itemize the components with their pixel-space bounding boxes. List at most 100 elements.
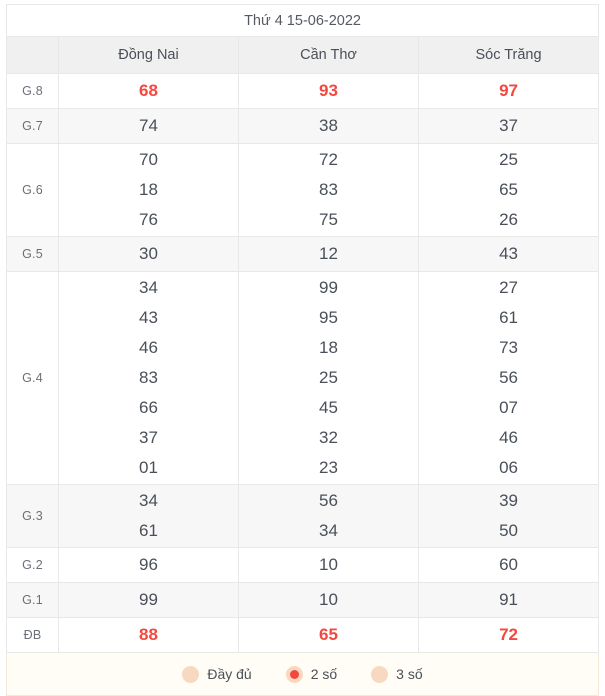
table-row: G.6 70 18 76 72 83 75 25 65 26 (6, 143, 600, 237)
lottery-number: 18 (139, 180, 158, 199)
table-row: G.2 96 10 60 (6, 547, 600, 583)
lottery-number: 46 (499, 428, 518, 447)
prize-numbers-can-tho: 93 (238, 73, 419, 109)
lottery-number: 26 (499, 210, 518, 229)
lottery-number: 32 (319, 428, 338, 447)
lottery-number: 06 (499, 458, 518, 477)
lottery-number: 74 (139, 116, 158, 135)
lottery-number: 76 (139, 210, 158, 229)
prize-numbers-dong-nai: 74 (58, 108, 239, 144)
table-row: G.3 34 61 56 34 39 50 (6, 484, 600, 548)
lottery-number: 25 (319, 368, 338, 387)
lottery-number: 75 (319, 210, 338, 229)
prize-label: G.1 (6, 582, 59, 618)
lottery-number: 43 (139, 308, 158, 327)
lottery-number: 61 (139, 521, 158, 540)
date-header-row: Thứ 4 15-06-2022 (5, 4, 600, 37)
prize-column-header (6, 36, 59, 74)
prize-numbers-soc-trang: 60 (417, 547, 600, 583)
lottery-number: 25 (499, 150, 518, 169)
prize-numbers-soc-trang: 43 (417, 236, 600, 272)
lottery-number: 95 (319, 308, 338, 327)
prize-numbers-soc-trang: 25 65 26 (417, 143, 600, 237)
display-mode-label: 2 số (310, 666, 338, 682)
prize-numbers-dong-nai: 30 (58, 236, 239, 272)
lottery-number: 99 (319, 278, 338, 297)
lottery-number: 93 (319, 81, 338, 100)
display-mode-label: 3 số (396, 666, 423, 682)
display-mode-option-2-digit[interactable]: 2 số (285, 665, 338, 683)
lottery-number: 01 (139, 458, 158, 477)
lottery-number: 66 (139, 398, 158, 417)
prize-label: G.8 (6, 73, 59, 109)
prize-label: G.5 (6, 236, 59, 272)
table-body: G.8 68 93 97 G.7 74 38 37 G.6 70 18 76 72 83 75 25 65 26 G… (6, 73, 600, 653)
prize-numbers-can-tho: 10 (238, 582, 419, 618)
lottery-results-table: Thứ 4 15-06-2022 Đồng Nai Cần Thơ Sóc Tr… (5, 4, 600, 653)
radio-button-icon[interactable] (285, 665, 303, 683)
lottery-number: 61 (499, 308, 518, 327)
lottery-number: 83 (319, 180, 338, 199)
lottery-number: 23 (319, 458, 338, 477)
lottery-number: 43 (499, 244, 518, 263)
lottery-number: 39 (499, 491, 518, 510)
province-header-row: Đồng Nai Cần Thơ Sóc Trăng (6, 36, 600, 74)
prize-numbers-dong-nai: 88 (58, 617, 239, 653)
radio-button-icon[interactable] (371, 665, 389, 683)
table-row: ĐB 88 65 72 (6, 617, 600, 653)
prize-label: ĐB (6, 617, 59, 653)
prize-numbers-dong-nai: 70 18 76 (58, 143, 239, 237)
table-row: G.5 30 12 43 (6, 236, 600, 272)
lottery-number: 30 (139, 244, 158, 263)
prize-numbers-can-tho: 56 34 (238, 484, 419, 548)
lottery-number: 34 (319, 521, 338, 540)
lottery-number: 56 (319, 491, 338, 510)
prize-numbers-can-tho: 10 (238, 547, 419, 583)
display-mode-option-full[interactable]: Đầy đủ (182, 665, 252, 683)
lottery-number: 97 (499, 81, 518, 100)
lottery-number: 72 (499, 625, 518, 644)
table-row: G.8 68 93 97 (6, 73, 600, 109)
lottery-result-panel: Thứ 4 15-06-2022 Đồng Nai Cần Thơ Sóc Tr… (0, 0, 605, 696)
prize-label: G.4 (6, 271, 59, 485)
lottery-number: 07 (499, 398, 518, 417)
table-row: G.7 74 38 37 (6, 108, 600, 144)
lottery-number: 34 (139, 278, 158, 297)
lottery-number: 72 (319, 150, 338, 169)
lottery-number: 60 (499, 555, 518, 574)
lottery-number: 46 (139, 338, 158, 357)
prize-numbers-can-tho: 72 83 75 (238, 143, 419, 237)
prize-numbers-can-tho: 65 (238, 617, 419, 653)
display-mode-label: Đầy đủ (207, 666, 252, 682)
lottery-number: 68 (139, 81, 158, 100)
lottery-number: 10 (319, 555, 338, 574)
radio-button-icon[interactable] (182, 665, 200, 683)
lottery-number: 65 (499, 180, 518, 199)
prize-label: G.2 (6, 547, 59, 583)
prize-label: G.6 (6, 143, 59, 237)
lottery-number: 45 (319, 398, 338, 417)
lottery-number: 91 (499, 590, 518, 609)
lottery-number: 27 (499, 278, 518, 297)
prize-numbers-soc-trang: 97 (417, 73, 600, 109)
lottery-number: 99 (139, 590, 158, 609)
prize-numbers-dong-nai: 96 (58, 547, 239, 583)
lottery-number: 73 (499, 338, 518, 357)
lottery-number: 50 (499, 521, 518, 540)
lottery-number: 38 (319, 116, 338, 135)
display-mode-option-3-digit[interactable]: 3 số (371, 665, 423, 683)
province-header-dong-nai: Đồng Nai (58, 36, 239, 74)
lottery-number: 65 (319, 625, 338, 644)
lottery-number: 12 (319, 244, 338, 263)
prize-label: G.7 (6, 108, 59, 144)
lottery-number: 88 (139, 625, 158, 644)
display-mode-options: Đầy đủ 2 số 3 số (6, 653, 599, 696)
draw-date-label: Thứ 4 15-06-2022 (5, 4, 600, 37)
lottery-number: 83 (139, 368, 158, 387)
prize-numbers-dong-nai: 34 61 (58, 484, 239, 548)
lottery-number: 56 (499, 368, 518, 387)
prize-numbers-can-tho: 99 95 18 25 45 32 23 (238, 271, 419, 485)
lottery-number: 96 (139, 555, 158, 574)
prize-numbers-can-tho: 38 (238, 108, 419, 144)
lottery-number: 34 (139, 491, 158, 510)
